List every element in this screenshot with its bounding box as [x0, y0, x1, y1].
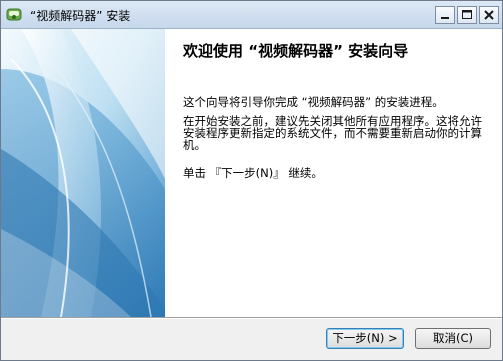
title-bar[interactable]: “视频解码器” 安装: [1, 1, 502, 29]
installer-window: “视频解码器” 安装 欢迎使用 “视频解码器” 安装向导 这个向导将引导你完成 …: [0, 0, 503, 361]
minimize-icon: [441, 17, 449, 19]
installer-app-icon: [6, 8, 22, 21]
wizard-banner-image: [1, 29, 165, 317]
next-button[interactable]: 下一步(N) >: [326, 328, 404, 349]
close-button[interactable]: [479, 6, 499, 24]
minimize-button[interactable]: [435, 6, 455, 24]
close-icon: [484, 10, 494, 20]
intro-text: 这个向导将引导你完成 “视频解码器” 的安装进程。: [183, 95, 444, 109]
wizard-content: 欢迎使用 “视频解码器” 安装向导 这个向导将引导你完成 “视频解码器” 的安装…: [1, 29, 502, 317]
footer-divider: [1, 317, 502, 319]
welcome-heading: 欢迎使用 “视频解码器” 安装向导: [183, 42, 409, 60]
maximize-button[interactable]: [457, 6, 477, 24]
continue-instruction: 单击 『下一步(N)』 继续。: [183, 166, 323, 180]
maximize-icon: [462, 10, 472, 19]
advice-text: 在开始安装之前，建议先关闭其他所有应用程序。这将允许安装程序更新指定的系统文件，…: [183, 114, 482, 152]
cancel-button[interactable]: 取消(C): [415, 328, 491, 349]
window-title: “视频解码器” 安装: [30, 9, 131, 23]
